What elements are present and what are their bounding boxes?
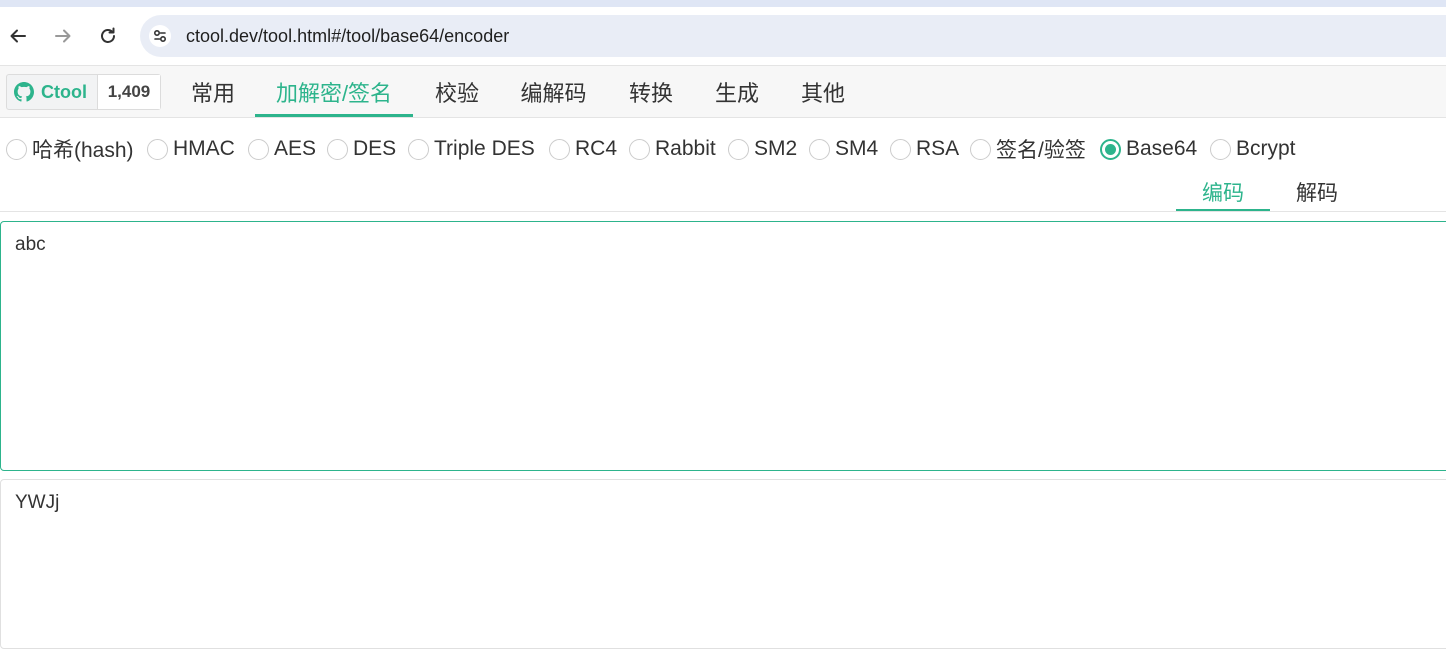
reload-button[interactable]: [92, 20, 124, 52]
tab-label: 解码: [1296, 182, 1338, 205]
radio-sm4[interactable]: SM4: [809, 134, 878, 164]
tab-encode[interactable]: 编码: [1176, 172, 1270, 212]
tab-label: 加解密/签名: [275, 80, 393, 106]
radio-bcrypt[interactable]: Bcrypt: [1210, 134, 1296, 164]
tab-other[interactable]: 其他: [785, 66, 861, 117]
github-repo-link[interactable]: Ctool: [7, 75, 98, 109]
arrow-left-icon: [10, 29, 26, 43]
tab-label: 编解码: [520, 80, 587, 106]
browser-top-strip: [0, 0, 1446, 7]
radio-des[interactable]: DES: [327, 134, 396, 164]
tab-common[interactable]: 常用: [175, 66, 251, 117]
radio-base64[interactable]: Base64: [1100, 134, 1197, 164]
radio-button[interactable]: [890, 138, 911, 160]
radio-button[interactable]: [147, 138, 168, 160]
app-header: Ctool 1,409 常用 加解密/签名 校验 编解码 转换 生成 其他: [0, 65, 1446, 118]
back-button[interactable]: [2, 20, 34, 52]
input-textarea[interactable]: abc: [0, 221, 1446, 471]
forward-button[interactable]: [47, 20, 79, 52]
tab-generate[interactable]: 生成: [699, 66, 775, 117]
radio-button[interactable]: [549, 138, 570, 160]
tab-label: 转换: [628, 80, 673, 106]
radio-button[interactable]: [408, 138, 429, 160]
github-icon: [14, 82, 34, 102]
radio-rabbit[interactable]: Rabbit: [629, 134, 716, 164]
tab-label: 其他: [800, 80, 845, 106]
radio-label: 哈希(hash): [32, 139, 134, 162]
radio-aes[interactable]: AES: [248, 134, 316, 164]
radio-triple-des[interactable]: Triple DES: [408, 134, 535, 164]
radio-hmac[interactable]: HMAC: [147, 134, 235, 164]
github-star-count[interactable]: 1,409: [98, 75, 160, 109]
radio-button[interactable]: [248, 138, 269, 160]
radio-button[interactable]: [1210, 138, 1231, 160]
radio-button-checked[interactable]: [1100, 138, 1121, 160]
sub-tabs-divider: [0, 211, 1446, 212]
tab-encrypt-sign[interactable]: 加解密/签名: [255, 66, 413, 117]
radio-button[interactable]: [327, 138, 348, 160]
tab-decode[interactable]: 解码: [1270, 172, 1364, 212]
radio-rsa[interactable]: RSA: [890, 134, 959, 164]
radio-label: SM4: [835, 137, 879, 160]
site-settings-icon[interactable]: [149, 25, 171, 47]
radio-label: RSA: [916, 137, 960, 160]
radio-label: Rabbit: [655, 137, 716, 160]
radio-sign-verify[interactable]: 签名/验签: [970, 134, 1086, 164]
github-repo-name: Ctool: [41, 81, 87, 102]
tab-label: 编码: [1202, 182, 1244, 205]
tab-label: 生成: [714, 80, 759, 106]
radio-button[interactable]: [970, 138, 991, 160]
radio-button[interactable]: [728, 138, 749, 160]
radio-label: RC4: [575, 137, 618, 160]
radio-label: Bcrypt: [1236, 137, 1296, 160]
arrow-right-icon: [55, 29, 71, 43]
browser-toolbar: ctool.dev/tool.html#/tool/base64/encoder: [0, 7, 1446, 65]
radio-rc4[interactable]: RC4: [549, 134, 617, 164]
radio-label: SM2: [754, 137, 798, 160]
radio-button[interactable]: [629, 138, 650, 160]
address-bar[interactable]: ctool.dev/tool.html#/tool/base64/encoder: [140, 15, 1446, 57]
output-textarea[interactable]: YWJj: [0, 479, 1446, 649]
tab-label: 常用: [190, 80, 235, 106]
tab-label: 校验: [434, 80, 479, 106]
url-text[interactable]: ctool.dev/tool.html#/tool/base64/encoder: [186, 26, 509, 47]
radio-hash[interactable]: 哈希(hash): [6, 134, 134, 164]
radio-button[interactable]: [6, 138, 27, 160]
algorithm-radio-group: 哈希(hash) HMAC AES DES Triple DES RC4 Rab…: [0, 134, 1446, 164]
radio-label: 签名/验签: [996, 139, 1086, 162]
radio-label: AES: [274, 137, 317, 160]
radio-button[interactable]: [809, 138, 830, 160]
radio-label: HMAC: [173, 137, 235, 160]
tab-encode-decode[interactable]: 编解码: [506, 66, 601, 117]
radio-sm2[interactable]: SM2: [728, 134, 797, 164]
radio-label: Triple DES: [434, 137, 535, 160]
radio-label: Base64: [1126, 137, 1198, 160]
github-star-badge[interactable]: Ctool 1,409: [6, 74, 161, 110]
reload-icon: [101, 27, 115, 43]
tab-verify[interactable]: 校验: [419, 66, 495, 117]
radio-label: DES: [353, 137, 397, 160]
tab-convert[interactable]: 转换: [613, 66, 689, 117]
